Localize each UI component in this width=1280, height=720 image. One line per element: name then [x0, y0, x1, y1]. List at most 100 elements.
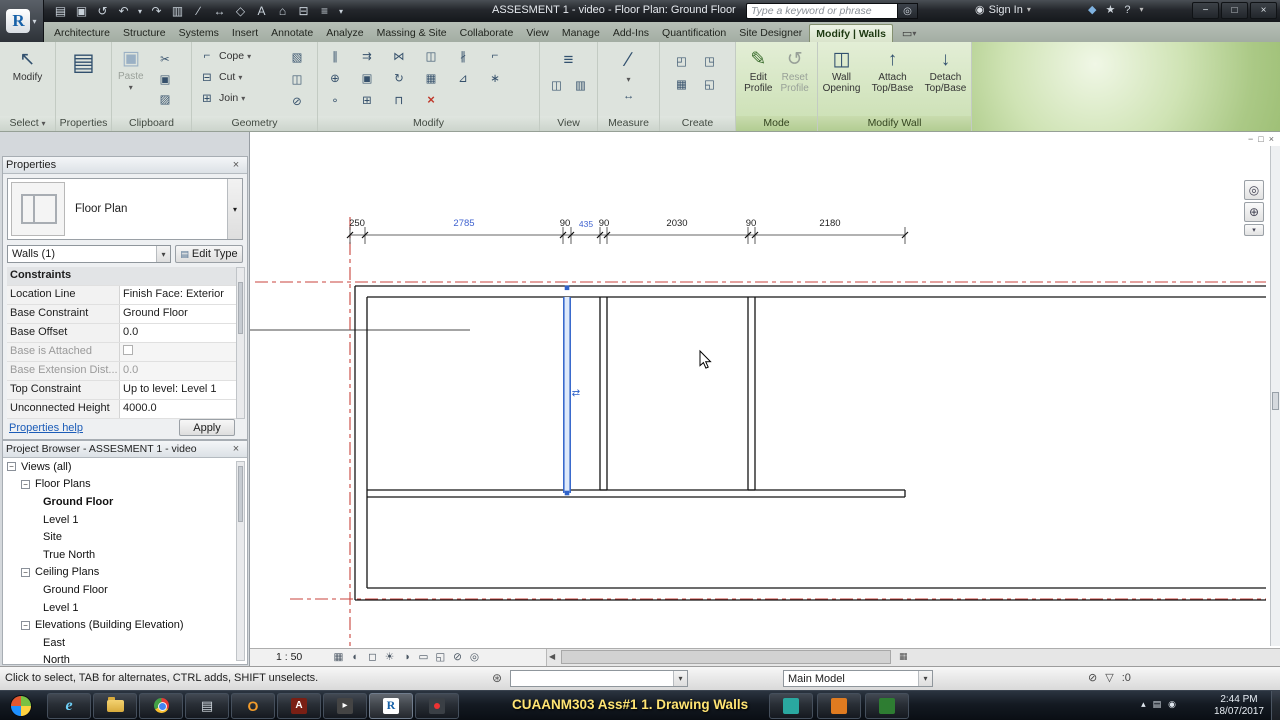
- design-options-combo[interactable]: Main Model ▾: [783, 670, 933, 687]
- attach-top-base-button[interactable]: ↑ Attach Top/Base: [868, 47, 918, 95]
- view-close-icon[interactable]: ×: [1269, 134, 1274, 144]
- taskbar-adobe-button[interactable]: A: [277, 692, 321, 719]
- walls-layer[interactable]: [354, 285, 1266, 601]
- join-icon[interactable]: ⊞: [358, 91, 376, 108]
- sign-in-label[interactable]: Sign In: [989, 4, 1023, 16]
- shadows-icon[interactable]: ◑: [398, 649, 415, 665]
- scale-icon[interactable]: ▦: [330, 649, 347, 665]
- tab-add-ins[interactable]: Add-Ins: [607, 24, 655, 42]
- tab-collaborate[interactable]: Collaborate: [454, 24, 520, 42]
- help-dropdown-icon[interactable]: ▾: [1139, 5, 1143, 14]
- interior-wall[interactable]: [599, 297, 608, 491]
- top-constraint-value[interactable]: Up to level: Level 1: [119, 381, 236, 399]
- tree-item-true-north[interactable]: True North: [3, 546, 247, 564]
- edit-type-button[interactable]: ▤ Edit Type: [175, 245, 243, 263]
- taskbar-clock[interactable]: 2:44 PM 18/07/2017: [1214, 694, 1264, 718]
- trim-extend-icon[interactable]: ⌐: [486, 47, 504, 64]
- detach-top-base-button[interactable]: ↓ Detach Top/Base: [921, 47, 971, 95]
- open-file-icon[interactable]: ▤: [50, 2, 71, 20]
- redo-icon[interactable]: ↷: [146, 2, 167, 20]
- tab-modify-walls[interactable]: Modify | Walls: [809, 24, 893, 42]
- minimize-button[interactable]: −: [1192, 2, 1219, 19]
- tab-insert[interactable]: Insert: [226, 24, 264, 42]
- align-icon[interactable]: ∥: [326, 47, 344, 64]
- sign-in-dropdown-icon[interactable]: ▾: [1027, 5, 1031, 14]
- delete-icon[interactable]: ×: [422, 91, 440, 108]
- tab-site-designer[interactable]: Site Designer: [733, 24, 808, 42]
- properties-close-icon[interactable]: ×: [228, 159, 244, 172]
- measure-tool-icon[interactable]: ∕: [627, 48, 630, 72]
- create-group-icon[interactable]: ▦: [673, 75, 691, 92]
- paste-button[interactable]: ▣ Paste ▾: [116, 46, 146, 94]
- copy-to-clipboard-icon[interactable]: ▣: [156, 70, 174, 87]
- detail-level-icon[interactable]: ◐: [347, 649, 364, 665]
- properties-palette-header[interactable]: Properties ×: [3, 157, 247, 174]
- tree-item-views-all[interactable]: − Views (all): [3, 458, 247, 476]
- ribbon-state-icon[interactable]: ▭: [902, 27, 912, 40]
- section-icon[interactable]: ⊟: [293, 2, 314, 20]
- tab-analyze[interactable]: Analyze: [320, 24, 369, 42]
- match-type-icon[interactable]: ▨: [156, 90, 174, 107]
- tab-manage[interactable]: Manage: [556, 24, 606, 42]
- properties-scrollbar[interactable]: [236, 267, 245, 419]
- demolish-icon[interactable]: ⊘: [288, 92, 306, 109]
- help-icon[interactable]: ?: [1124, 4, 1130, 16]
- tile-windows-icon[interactable]: ▥: [572, 76, 590, 93]
- base-constraint-value[interactable]: Ground Floor: [119, 305, 236, 323]
- close-hidden-windows-icon[interactable]: ◫: [548, 76, 566, 93]
- design-options-dropdown-icon[interactable]: ▾: [918, 671, 932, 686]
- tray-network-icon[interactable]: ▤: [1153, 699, 1162, 710]
- paint-icon[interactable]: ▧: [288, 48, 306, 65]
- print-icon[interactable]: ▥: [167, 2, 188, 20]
- collapse-icon[interactable]: −: [21, 567, 30, 577]
- taskbar-app-button-4[interactable]: [865, 692, 909, 719]
- exclude-options-icon[interactable]: ⊘: [1088, 671, 1097, 684]
- apply-button[interactable]: Apply: [179, 419, 235, 436]
- tab-quantification[interactable]: Quantification: [656, 24, 732, 42]
- zoom-tool-icon[interactable]: ⊕: [1244, 202, 1264, 222]
- measure-dropdown-icon[interactable]: ▾: [626, 75, 630, 84]
- taskbar-app-button-3[interactable]: [817, 692, 861, 719]
- thin-lines-icon[interactable]: ≡: [314, 2, 335, 20]
- tree-item-site[interactable]: Site: [3, 528, 247, 546]
- tree-item-east[interactable]: East: [3, 634, 247, 652]
- project-browser-header[interactable]: Project Browser - ASSESMENT 1 - video ×: [3, 441, 247, 458]
- save-icon[interactable]: ▣: [71, 2, 92, 20]
- array-icon[interactable]: ▦: [422, 69, 440, 86]
- active-workset-combo[interactable]: ▾: [510, 670, 688, 687]
- tray-volume-icon[interactable]: ◉: [1168, 699, 1176, 710]
- move-icon[interactable]: ⊕: [326, 69, 344, 86]
- collapse-icon[interactable]: −: [21, 479, 30, 489]
- navbar-dropdown-icon[interactable]: ▾: [1244, 224, 1264, 236]
- sign-in-area[interactable]: ◉ Sign In ▾: [975, 3, 1031, 17]
- tree-item-floor-plans[interactable]: − Floor Plans: [3, 476, 247, 494]
- vertical-scrollbar-thumb[interactable]: [1272, 392, 1279, 410]
- properties-toggle-button[interactable]: ▤: [70, 50, 97, 76]
- dimension-tool-icon[interactable]: ↔: [620, 87, 638, 104]
- join-geometry-button[interactable]: ⊞ Join ▾: [198, 90, 251, 106]
- floor-plan-view[interactable]: 250 2785 90 435 90 2030 90 2180 ⇄: [250, 132, 1280, 648]
- search-icon[interactable]: ◎: [898, 3, 918, 19]
- properties-scrollbar-thumb[interactable]: [238, 282, 243, 334]
- wall-end-handle[interactable]: [564, 490, 570, 496]
- location-line-value[interactable]: Finish Face: Exterior: [119, 286, 236, 304]
- pin-icon[interactable]: ∗: [486, 69, 504, 86]
- tree-item-ceiling-level-1[interactable]: Level 1: [3, 599, 247, 617]
- default-3d-view-icon[interactable]: ⌂: [272, 2, 293, 20]
- show-crop-region-icon[interactable]: ◱: [432, 649, 449, 665]
- tree-item-level-1[interactable]: Level 1: [3, 511, 247, 529]
- interior-wall-horizontal[interactable]: [367, 489, 906, 498]
- cut-geometry-button[interactable]: ⊟ Cut ▾: [198, 69, 251, 85]
- taskbar-outlook-button[interactable]: O: [231, 692, 275, 719]
- close-button[interactable]: ×: [1250, 2, 1277, 19]
- tag-icon[interactable]: ◇: [230, 2, 251, 20]
- wall-end-handle[interactable]: [564, 285, 570, 291]
- wall-joins-icon[interactable]: ⊓: [390, 91, 408, 108]
- workset-dropdown-icon[interactable]: ▾: [673, 671, 687, 686]
- tab-structure[interactable]: Structure: [117, 24, 172, 42]
- copy-icon[interactable]: ▣: [358, 69, 376, 86]
- vertical-scrollbar[interactable]: [1270, 146, 1280, 646]
- taskbar-recorder-button[interactable]: [415, 692, 459, 719]
- view-restore-icon[interactable]: □: [1258, 134, 1263, 144]
- start-button[interactable]: [10, 694, 32, 717]
